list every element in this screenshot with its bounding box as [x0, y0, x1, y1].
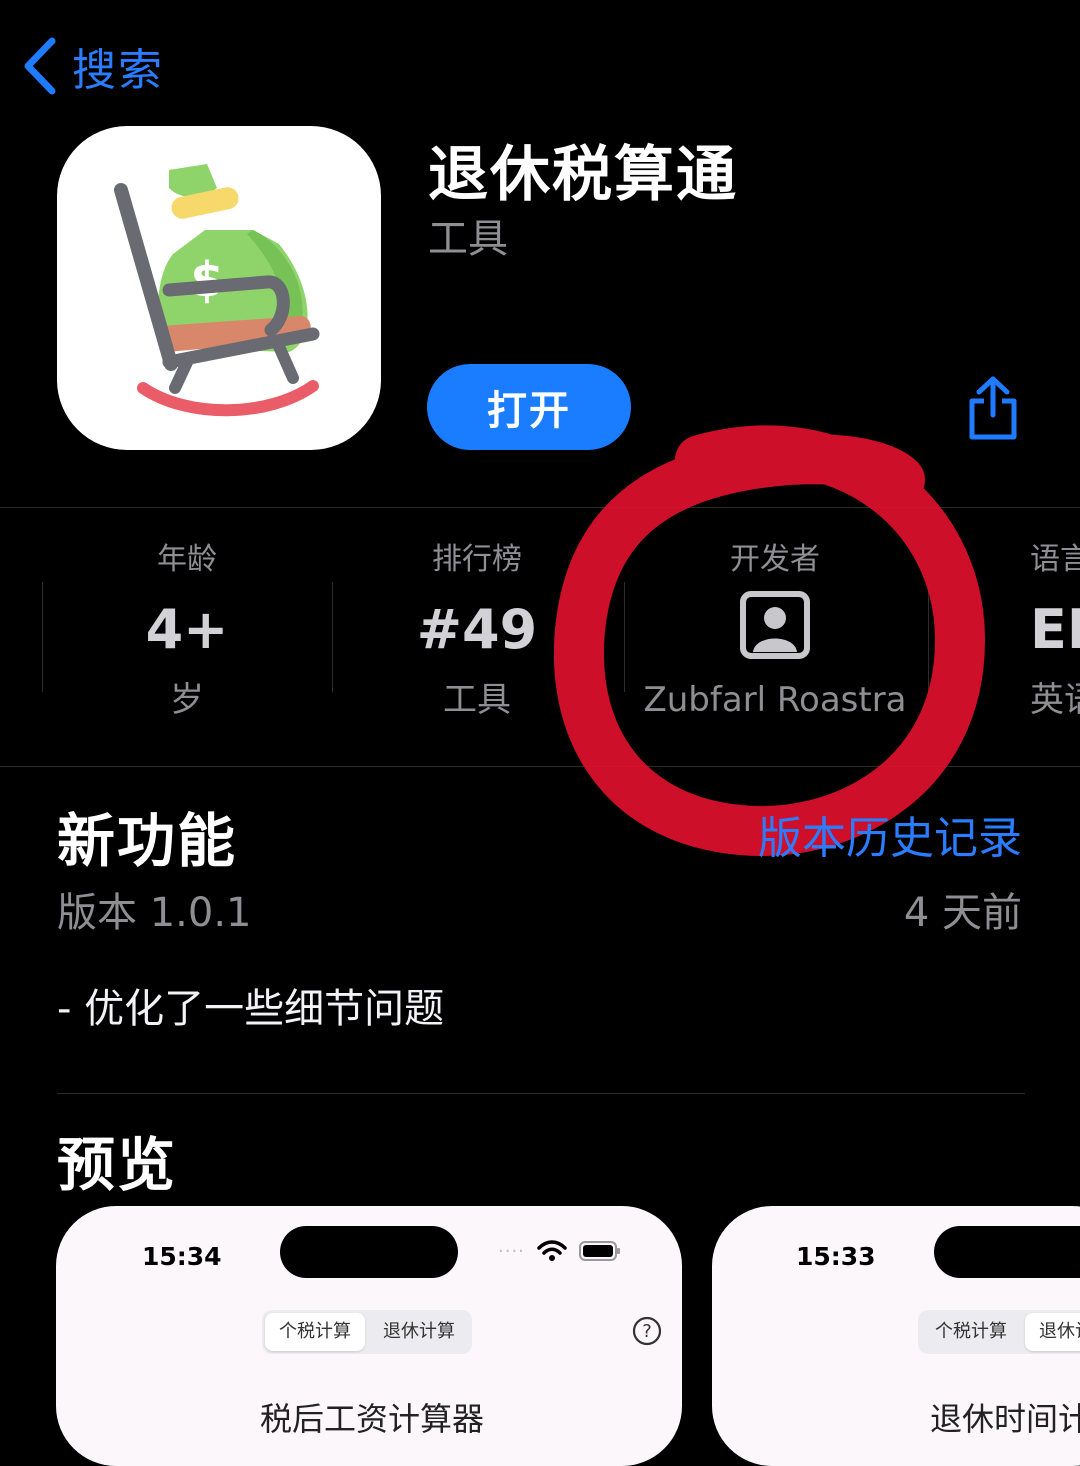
info-age[interactable]: 年龄 4+ 岁 — [72, 540, 302, 730]
status-time: 15:33 — [796, 1242, 876, 1271]
info-language[interactable]: 语言 EN 英语 — [1030, 540, 1080, 730]
app-category: 工具 — [428, 216, 508, 262]
segment-tax[interactable]: 个税计算 — [921, 1313, 1021, 1351]
whats-new-title: 新功能 — [57, 807, 238, 875]
help-icon[interactable]: ? — [632, 1316, 662, 1350]
dynamic-island — [280, 1226, 458, 1278]
info-separator — [42, 582, 43, 692]
info-separator — [332, 582, 333, 692]
language-name: 英语 — [1030, 680, 1080, 720]
segment-control[interactable]: 个税计算 退休计算 — [918, 1310, 1080, 1354]
language-label: 语言 — [1030, 542, 1080, 577]
age-unit: 岁 — [170, 680, 204, 720]
status-icons: ···· — [498, 1240, 621, 1262]
rocking-chair-money-icon: $ — [114, 164, 320, 417]
svg-text:?: ? — [642, 1321, 652, 1342]
release-notes: - 优化了一些细节问题 — [57, 986, 445, 1032]
age-value: 4+ — [145, 598, 229, 661]
version-text: 版本 1.0.1 — [57, 890, 252, 936]
back-button[interactable]: 搜索 — [22, 34, 164, 98]
release-age: 4 天前 — [903, 890, 1022, 936]
divider — [57, 1093, 1025, 1094]
segment-control[interactable]: 个税计算 退休计算 — [262, 1310, 472, 1354]
language-value: EN — [1030, 598, 1080, 661]
screenshot-card[interactable]: 15:33 个税计算 退休计算 退休时间计算 — [712, 1206, 1080, 1466]
screenshot-card[interactable]: 15:34 ···· 个税计算 退休计算 ? 税后工资计算器 — [56, 1206, 682, 1466]
preview-title: 预览 — [57, 1131, 178, 1199]
card-heading: 退休时间计算 — [930, 1400, 1080, 1438]
version-history-link[interactable]: 版本历史记录 — [758, 802, 1022, 866]
age-label: 年龄 — [157, 542, 217, 577]
signal-icon: ···· — [498, 1240, 525, 1262]
back-label: 搜索 — [72, 45, 164, 96]
battery-icon — [578, 1241, 620, 1261]
card-heading: 税后工资计算器 — [260, 1400, 485, 1438]
segment-retire[interactable]: 退休计算 — [369, 1313, 469, 1351]
app-icon: $ — [57, 126, 381, 450]
segment-tax[interactable]: 个税计算 — [265, 1313, 365, 1351]
app-title: 退休税算通 — [428, 140, 738, 210]
dynamic-island — [934, 1226, 1080, 1278]
segment-retire[interactable]: 退休计算 — [1025, 1313, 1080, 1351]
status-time: 15:34 — [142, 1242, 222, 1271]
wifi-icon — [537, 1240, 567, 1261]
chevron-left-icon — [22, 37, 58, 95]
